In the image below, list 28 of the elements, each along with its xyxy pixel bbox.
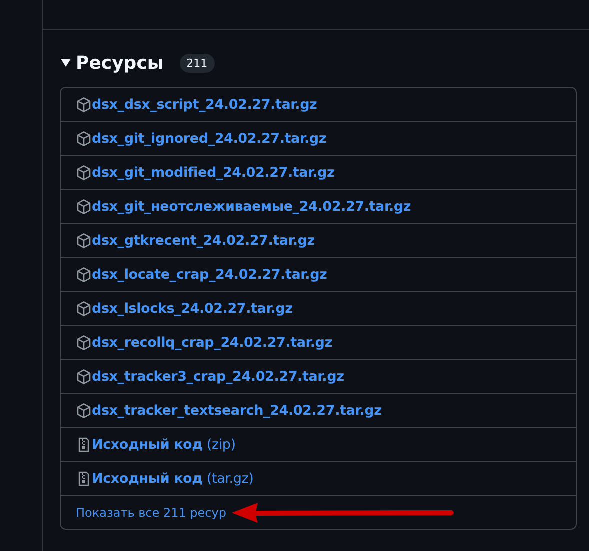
package-icon bbox=[76, 300, 92, 316]
package-icon bbox=[76, 164, 92, 180]
package-icon bbox=[76, 266, 92, 282]
show-all-link[interactable]: Показать все 211 ресур bbox=[76, 506, 226, 520]
asset-link[interactable]: dsx_recollq_crap_24.02.27.tar.gz bbox=[92, 334, 332, 350]
package-icon bbox=[76, 402, 92, 418]
source-code-link[interactable]: Исходный код (zip) bbox=[92, 436, 236, 452]
asset-link[interactable]: dsx_lslocks_24.02.27.tar.gz bbox=[92, 300, 293, 316]
asset-link[interactable]: dsx_gtkrecent_24.02.27.tar.gz bbox=[92, 232, 315, 248]
zip-file-icon bbox=[76, 470, 92, 486]
zip-file-icon bbox=[76, 436, 92, 452]
package-icon bbox=[76, 198, 92, 214]
package-icon bbox=[76, 368, 92, 384]
asset-link[interactable]: dsx_tracker_textsearch_24.02.27.tar.gz bbox=[92, 402, 382, 418]
count-badge: 211 bbox=[180, 54, 215, 72]
triangle-icon[interactable] bbox=[61, 59, 71, 67]
asset-link[interactable]: dsx_git_неотслеживаемые_24.02.27.tar.gz bbox=[92, 198, 412, 214]
asset-link[interactable]: dsx_locate_crap_24.02.27.tar.gz bbox=[92, 266, 328, 282]
package-icon bbox=[76, 334, 92, 350]
package-icon bbox=[76, 232, 92, 248]
asset-link[interactable]: dsx_git_ignored_24.02.27.tar.gz bbox=[92, 130, 327, 146]
package-icon bbox=[76, 130, 92, 146]
asset-link[interactable]: dsx_git_modified_24.02.27.tar.gz bbox=[92, 164, 335, 180]
asset-link[interactable]: dsx_tracker3_crap_24.02.27.tar.gz bbox=[92, 368, 344, 384]
package-icon bbox=[76, 96, 92, 112]
source-code-link[interactable]: Исходный код (tar.gz) bbox=[92, 470, 254, 486]
asset-link[interactable]: dsx_dsx_script_24.02.27.tar.gz bbox=[92, 96, 318, 112]
section-title: Ресурсы bbox=[76, 52, 164, 74]
